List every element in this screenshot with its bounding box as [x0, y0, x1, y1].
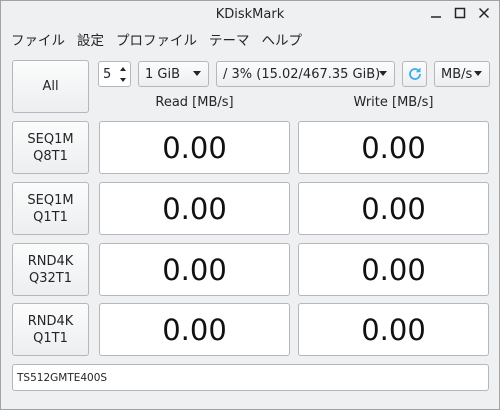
run-all-label: All	[42, 79, 59, 94]
test-label-line1: RND4K	[27, 253, 74, 269]
read-result-rnd4k-q32t1: 0.00	[99, 243, 290, 296]
dropdown-arrow-icon	[193, 71, 201, 76]
menu-help[interactable]: ヘルプ	[262, 29, 303, 49]
close-button[interactable]	[477, 5, 491, 21]
write-result-seq1m-q8t1: 0.00	[298, 121, 489, 174]
chevron-up-icon	[120, 66, 126, 71]
menu-settings[interactable]: 設定	[77, 29, 104, 49]
unit-select[interactable]: MB/s	[434, 61, 490, 87]
write-result-seq1m-q1t1: 0.00	[298, 182, 489, 235]
run-all-button[interactable]: All	[12, 60, 89, 113]
unit-value: MB/s	[441, 66, 473, 82]
device-model: TS512GMTE400S	[17, 371, 108, 384]
target-drive-value: / 3% (15.02/467.35 GiB)	[223, 66, 381, 82]
spin-up-button[interactable]	[117, 63, 129, 74]
chevron-down-icon	[120, 77, 126, 82]
read-column-header: Read [MB/s]	[155, 95, 234, 110]
test-size-select[interactable]: 1 GiB	[138, 61, 209, 87]
minimize-button[interactable]	[429, 5, 443, 21]
test-label-line2: Q1T1	[33, 330, 68, 346]
maximize-button[interactable]	[453, 5, 467, 21]
test-size-value: 1 GiB	[145, 66, 181, 82]
test-button-rnd4k-q32t1[interactable]: RND4K Q32T1	[12, 243, 89, 296]
spin-arrows	[117, 63, 129, 85]
test-button-rnd4k-q1t1[interactable]: RND4K Q1T1	[12, 303, 89, 356]
read-result-seq1m-q1t1: 0.00	[99, 182, 290, 235]
runs-spinbox[interactable]: 5	[98, 61, 131, 87]
write-result-rnd4k-q1t1: 0.00	[298, 303, 489, 356]
test-label-line1: SEQ1M	[27, 131, 74, 147]
maximize-icon	[454, 7, 466, 19]
test-button-seq1m-q8t1[interactable]: SEQ1M Q8T1	[12, 121, 89, 174]
refresh-button[interactable]	[402, 61, 427, 87]
refresh-icon	[408, 67, 421, 80]
test-label-line2: Q32T1	[28, 270, 72, 286]
menu-bar: ファイル 設定 プロファイル テーマ ヘルプ	[1, 28, 499, 50]
runs-value: 5	[103, 66, 112, 82]
app-window: KDiskMark ファイル 設定 プロファイル テーマ ヘルプ All 5 1…	[0, 0, 500, 410]
spin-down-button[interactable]	[117, 74, 129, 85]
write-result-rnd4k-q32t1: 0.00	[298, 243, 489, 296]
device-info-field[interactable]: TS512GMTE400S	[12, 364, 489, 391]
close-icon	[478, 7, 490, 19]
menu-file[interactable]: ファイル	[11, 29, 65, 49]
test-label-line1: SEQ1M	[27, 192, 74, 208]
title-bar[interactable]: KDiskMark	[1, 1, 499, 27]
test-label-line2: Q1T1	[33, 209, 68, 225]
read-result-rnd4k-q1t1: 0.00	[99, 303, 290, 356]
window-title: KDiskMark	[215, 6, 285, 22]
minimize-icon	[431, 16, 441, 18]
menu-theme[interactable]: テーマ	[209, 29, 250, 49]
test-button-seq1m-q1t1[interactable]: SEQ1M Q1T1	[12, 182, 89, 235]
dropdown-arrow-icon	[379, 71, 387, 76]
write-column-header: Write [MB/s]	[353, 95, 434, 110]
test-label-line1: RND4K	[27, 313, 74, 329]
test-label-line2: Q8T1	[33, 148, 68, 164]
read-result-seq1m-q8t1: 0.00	[99, 121, 290, 174]
dropdown-arrow-icon	[474, 71, 482, 76]
window-controls	[429, 5, 491, 21]
menu-profile[interactable]: プロファイル	[116, 29, 197, 49]
target-drive-select[interactable]: / 3% (15.02/467.35 GiB)	[216, 61, 395, 87]
